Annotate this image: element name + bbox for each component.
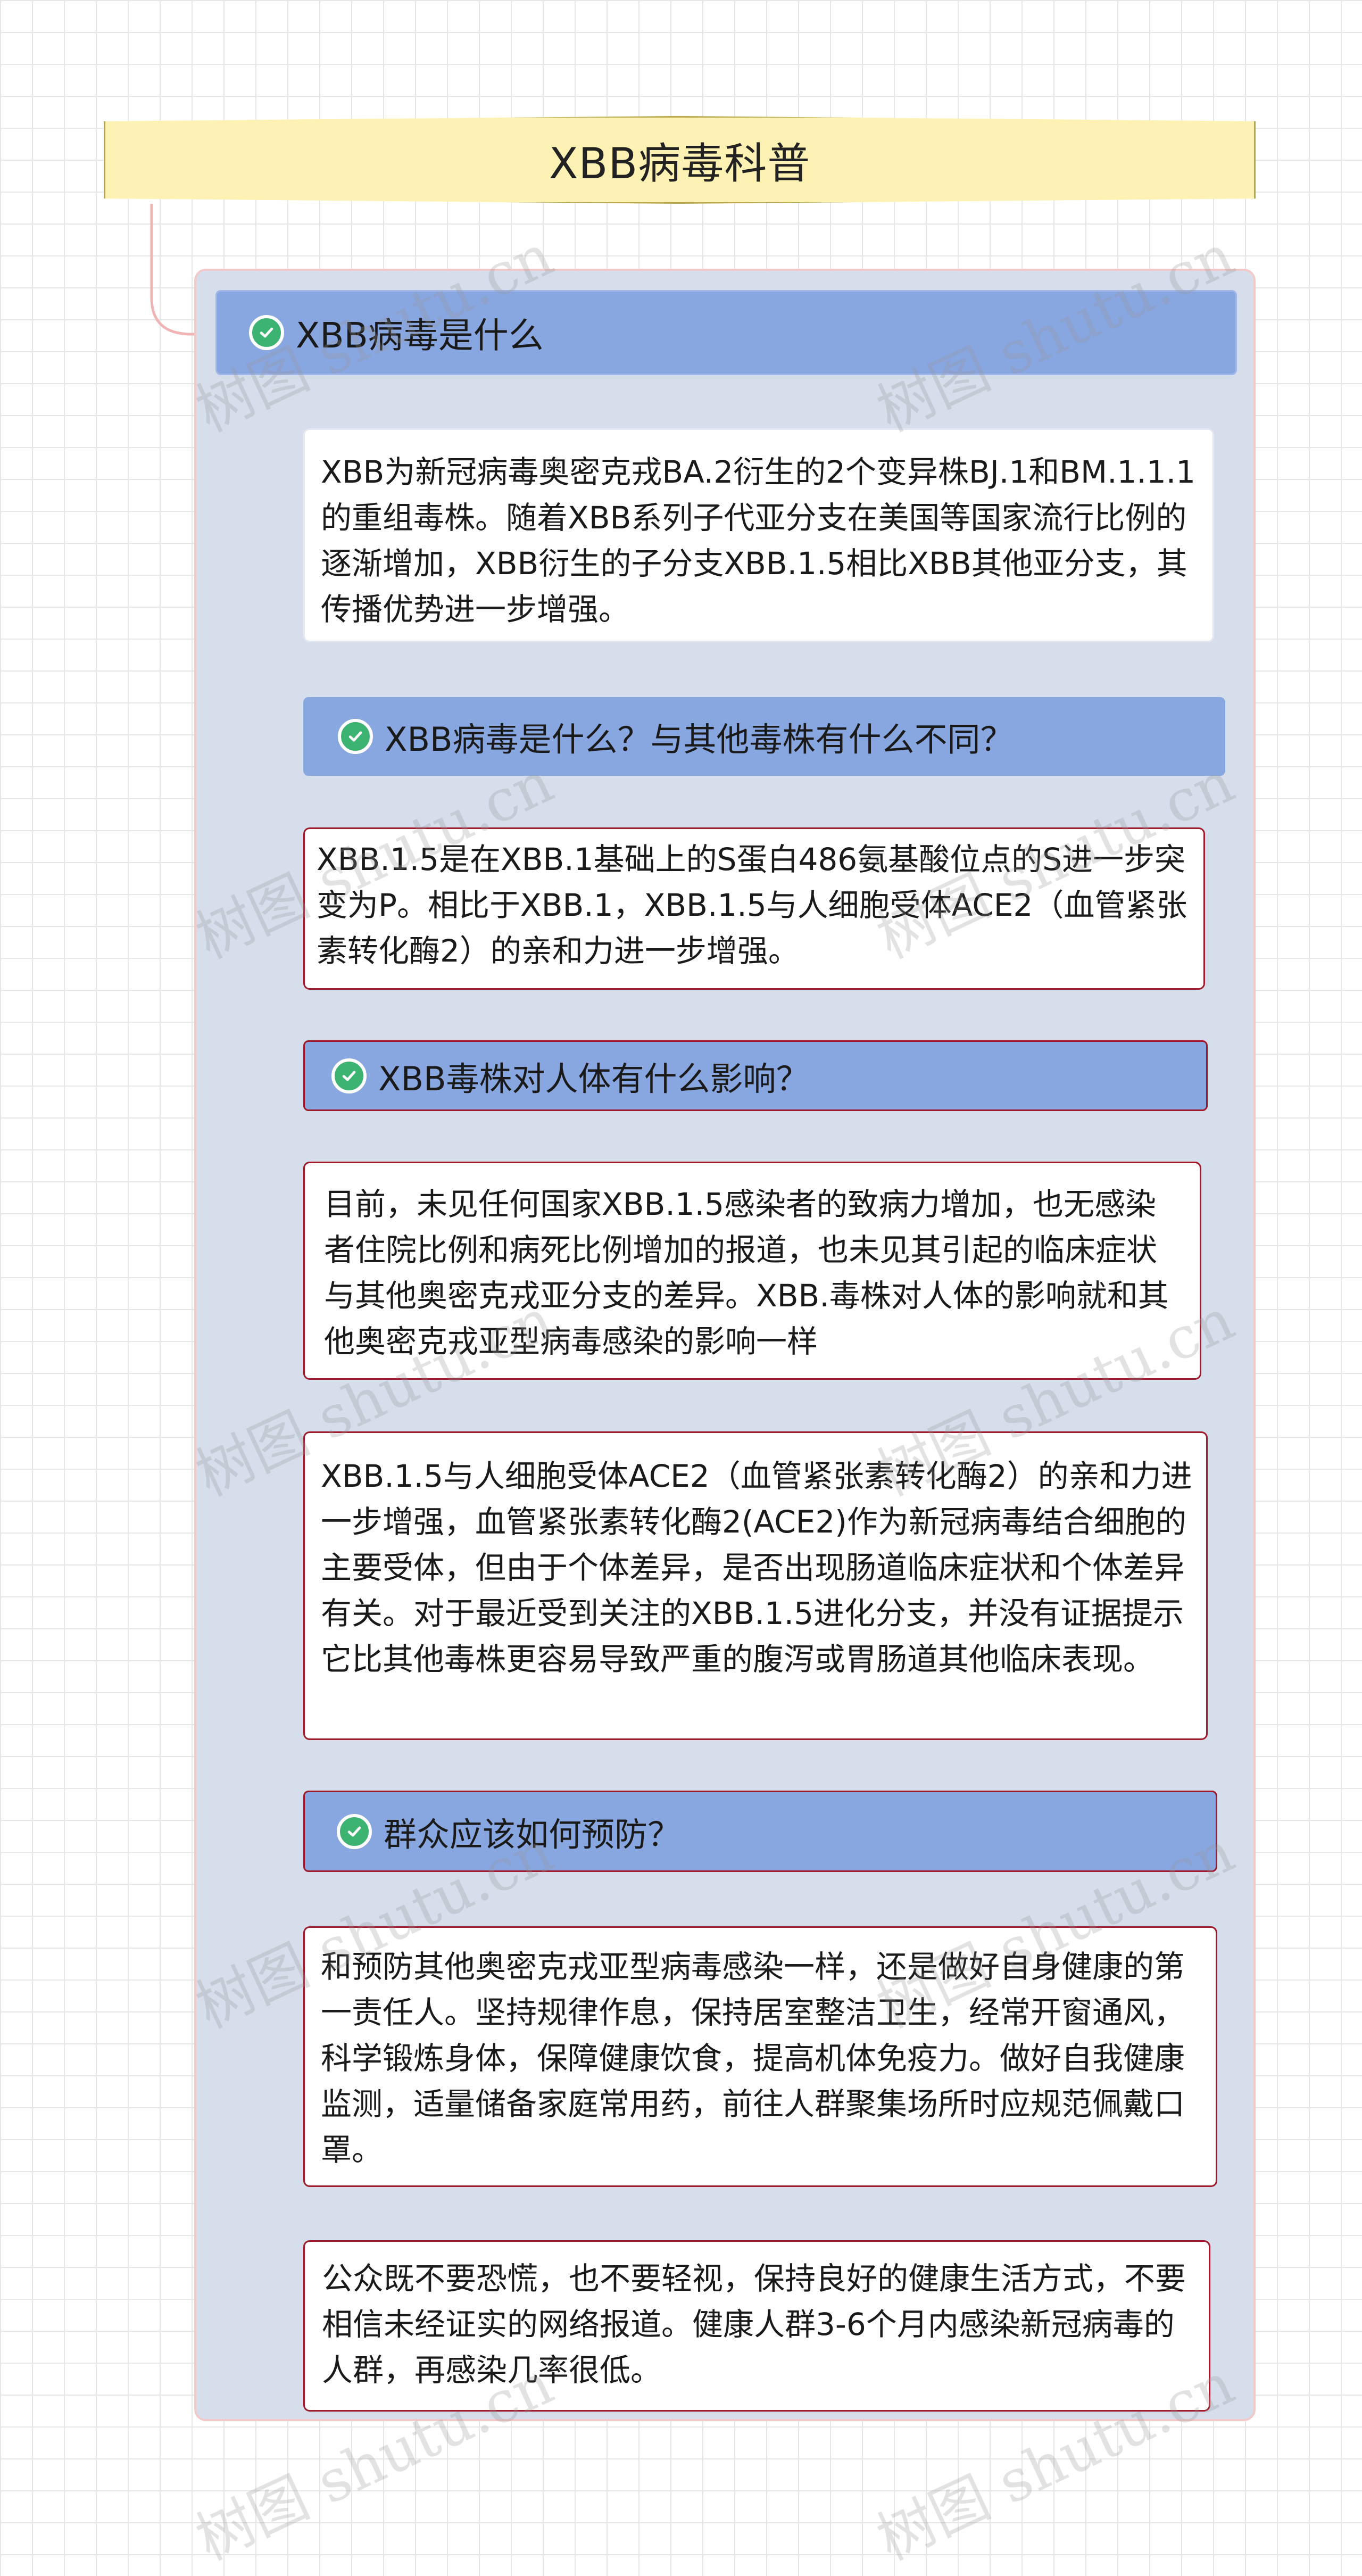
- check-circle-icon: [249, 315, 284, 350]
- paragraph-text: 目前，未见任何国家XBB.1.5感染者的致病力增加，也无感染者住院比例和病死比例…: [324, 1186, 1169, 1360]
- paragraph-text: XBB.1.5是在XBB.1基础上的S蛋白486氨基酸位点的S进一步突变为P。相…: [317, 841, 1187, 969]
- paragraph-text: XBB.1.5与人细胞受体ACE2（血管紧张素转化酶2）的亲和力进一步增强，血管…: [321, 1458, 1192, 1677]
- check-circle-icon: [337, 1813, 372, 1849]
- section-header[interactable]: XBB病毒是什么？与其他毒株有什么不同？: [303, 697, 1225, 776]
- paragraph-box[interactable]: XBB.1.5是在XBB.1基础上的S蛋白486氨基酸位点的S进一步突变为P。相…: [303, 827, 1205, 990]
- section-header[interactable]: XBB毒株对人体有什么影响？: [303, 1040, 1208, 1111]
- header-label: XBB病毒是什么: [296, 315, 544, 356]
- header-label: XBB病毒是什么？与其他毒株有什么不同？: [385, 720, 1014, 759]
- paragraph-box[interactable]: XBB为新冠病毒奥密克戎BA.2衍生的2个变异株BJ.1和BM.1.1.1的重组…: [303, 428, 1214, 642]
- main-header[interactable]: XBB病毒是什么: [215, 290, 1237, 375]
- root-title: XBB病毒科普: [549, 138, 811, 188]
- paragraph-text: 和预防其他奥密克戎亚型病毒感染一样，还是做好自身健康的第一责任人。坚持规律作息，…: [321, 1949, 1185, 2168]
- paragraph-text: XBB为新冠病毒奥密克戎BA.2衍生的2个变异株BJ.1和BM.1.1.1的重组…: [321, 454, 1196, 627]
- paragraph-box[interactable]: 公众既不要恐慌，也不要轻视，保持良好的健康生活方式，不要相信未经证实的网络报道。…: [303, 2240, 1210, 2412]
- paragraph-text: 公众既不要恐慌，也不要轻视，保持良好的健康生活方式，不要相信未经证实的网络报道。…: [322, 2260, 1186, 2388]
- paragraph-box[interactable]: 目前，未见任何国家XBB.1.5感染者的致病力增加，也无感染者住院比例和病死比例…: [303, 1162, 1201, 1380]
- header-label: XBB毒株对人体有什么影响？: [378, 1059, 809, 1098]
- check-circle-icon: [331, 1058, 367, 1094]
- check-circle-icon: [338, 719, 373, 754]
- header-label: 群众应该如何预防？: [384, 1815, 681, 1854]
- paragraph-box[interactable]: XBB.1.5与人细胞受体ACE2（血管紧张素转化酶2）的亲和力进一步增强，血管…: [303, 1431, 1208, 1740]
- paragraph-box[interactable]: 和预防其他奥密克戎亚型病毒感染一样，还是做好自身健康的第一责任人。坚持规律作息，…: [303, 1926, 1217, 2187]
- section-header[interactable]: 群众应该如何预防？: [303, 1791, 1217, 1872]
- root-topic[interactable]: XBB病毒科普: [104, 116, 1256, 204]
